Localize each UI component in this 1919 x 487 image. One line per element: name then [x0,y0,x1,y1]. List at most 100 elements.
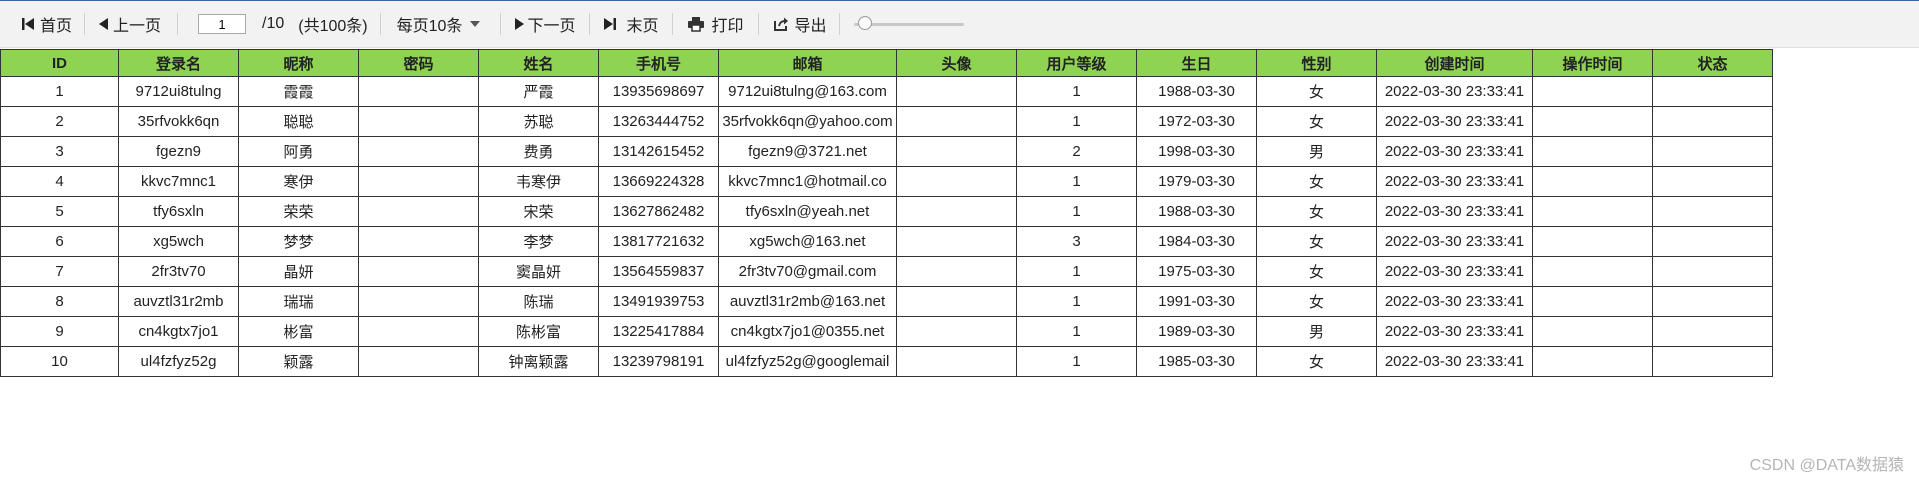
table-cell [1652,106,1773,137]
table-cell: cn4kgtx7jo1@0355.net [718,316,897,347]
column-header[interactable]: 手机号 [598,49,719,77]
table-cell: 聪聪 [238,106,359,137]
table-cell: 13225417884 [598,316,719,347]
table-row[interactable]: 8 auvztl31r2mb 瑞瑞 陈瑞 13491939753 auvztl31r2mb… [0,286,1773,317]
next-page-icon [513,16,525,32]
last-page-button[interactable]: 末页 [602,12,658,36]
table-row[interactable]: 3 fgezn9 阿勇 费勇 13142615452 fgezn9@3721.net 2 19… [0,136,1773,167]
table-row[interactable]: 4 kkvc7mnc1 寒伊 韦寒伊 13669224328 kkvc7mnc1@hotm… [0,166,1773,197]
table-cell: 女 [1256,196,1377,227]
table-row[interactable]: 2 35rfvokk6qn 聪聪 苏聪 13263444752 35rfvokk6qn@y… [0,106,1773,137]
table-cell: 35rfvokk6qn@yahoo.com [718,106,897,137]
table-cell [1652,226,1773,257]
column-header[interactable]: 邮箱 [718,49,897,77]
table-cell [1652,286,1773,317]
table-cell: auvztl31r2mb@163.net [718,286,897,317]
per-page-label: 每页10条 [396,18,463,35]
table-cell [1532,226,1653,257]
column-header[interactable]: 姓名 [478,49,599,77]
printer-icon [687,16,705,32]
next-page-button[interactable]: 下一页 [513,12,575,36]
page-total: /10 [262,15,285,32]
record-total: (共100条) [298,18,368,35]
table-cell [1532,196,1653,227]
column-header[interactable]: 密码 [358,49,479,77]
table-cell: kkvc7mnc1 [118,166,239,197]
table-body: 1 9712ui8tulng 霞霞 严霞 13935698697 9712ui8tulng… [0,76,1773,377]
table-cell: 13669224328 [598,166,719,197]
column-header[interactable]: 操作时间 [1532,49,1653,77]
last-page-label: 末页 [626,18,659,35]
table-cell: 男 [1256,136,1377,167]
table-cell: 1 [1016,256,1137,287]
first-page-icon [20,16,36,32]
table-cell: 1989-03-30 [1136,316,1257,347]
column-header[interactable]: 生日 [1136,49,1257,77]
table-cell: fgezn9@3721.net [718,136,897,167]
table-row[interactable]: 1 9712ui8tulng 霞霞 严霞 13935698697 9712ui8tulng… [0,76,1773,107]
toolbar-divider [838,13,840,35]
table-cell [358,316,479,347]
table-cell [358,136,479,167]
export-label: 导出 [794,18,827,35]
table-cell [1532,256,1653,287]
table-row[interactable]: 6 xg5wch 梦梦 李梦 13817721632 xg5wch@163.net 3 198… [0,226,1773,257]
table-cell [896,286,1017,317]
watermark: CSDN @DATA数据猿 [1749,457,1904,474]
export-button[interactable]: 导出 [773,12,827,36]
table-cell: 2022-03-30 23:33:41 [1376,106,1533,137]
prev-page-button[interactable]: 上一页 [97,12,161,36]
per-page-select[interactable]: 每页10条 [397,12,481,36]
table-cell [1532,76,1653,107]
table-cell [896,76,1017,107]
table-cell [896,256,1017,287]
print-button[interactable]: 打印 [687,12,744,36]
column-header[interactable]: 登录名 [118,49,239,77]
table-cell: kkvc7mnc1@hotmail.co [718,166,897,197]
table-cell: 2 [1016,136,1137,167]
table-cell: 韦寒伊 [478,166,599,197]
table-cell: 13263444752 [598,106,719,137]
table-cell: 8 [0,286,119,317]
table-row[interactable]: 5 tfy6sxln 荣荣 宋荣 13627862482 tfy6sxln@yeah.ne… [0,196,1773,227]
table-cell: 2022-03-30 23:33:41 [1376,256,1533,287]
column-header[interactable]: 头像 [896,49,1017,77]
table-cell [358,166,479,197]
table-cell: 窦晶妍 [478,256,599,287]
column-header[interactable]: 状态 [1652,49,1773,77]
first-page-label: 首页 [40,18,73,35]
zoom-slider-knob[interactable] [858,16,873,30]
table-cell: 1 [1016,196,1137,227]
table-row[interactable]: 9 cn4kgtx7jo1 彬富 陈彬富 13225417884 cn4kgtx7jo1@… [0,316,1773,347]
table-cell [358,286,479,317]
table-cell [896,136,1017,167]
table-cell: 陈彬富 [478,316,599,347]
first-page-button[interactable]: 首页 [20,12,72,36]
table-cell: 1979-03-30 [1136,166,1257,197]
table-cell: 2 [0,106,119,137]
table-row[interactable]: 7 2fr3tv70 晶妍 窦晶妍 13564559837 2fr3tv70@gmail.… [0,256,1773,287]
table-cell [1652,196,1773,227]
table-cell: 2022-03-30 23:33:41 [1376,76,1533,107]
table-row[interactable]: 10 ul4fzfyz52g 颖露 钟离颖露 13239798191 ul4fzfyz52… [0,346,1773,377]
column-header[interactable]: ID [0,49,119,77]
table-cell [896,166,1017,197]
table-cell: 1 [1016,346,1137,377]
column-header[interactable]: 昵称 [238,49,359,77]
page-number-input[interactable] [198,14,247,34]
table-cell: 1991-03-30 [1136,286,1257,317]
column-header[interactable]: 性别 [1256,49,1377,77]
table-cell: 男 [1256,316,1377,347]
zoom-slider[interactable] [853,14,964,34]
table-cell: 3 [0,136,119,167]
table-cell [358,196,479,227]
column-header[interactable]: 创建时间 [1376,49,1533,77]
table-cell: 梦梦 [238,226,359,257]
table-cell: tfy6sxln@yeah.net [718,196,897,227]
table-cell: 晶妍 [238,256,359,287]
table-cell [1532,106,1653,137]
table-cell: 苏聪 [478,106,599,137]
column-header[interactable]: 用户等级 [1016,49,1137,77]
table-cell: 寒伊 [238,166,359,197]
table-cell: 1984-03-30 [1136,226,1257,257]
